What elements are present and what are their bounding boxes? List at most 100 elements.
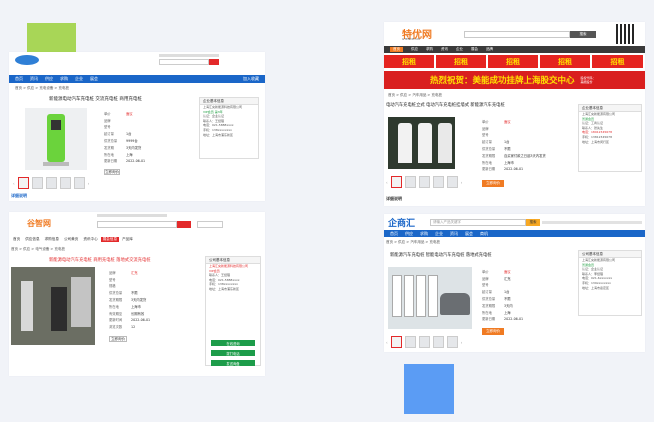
product-image[interactable]	[388, 267, 472, 329]
tab[interactable]: 求购信息	[43, 237, 61, 242]
spec-key: 起订量	[482, 140, 492, 145]
nav-item[interactable]: 供应	[45, 76, 53, 82]
ad-slot[interactable]: 招租	[436, 55, 486, 68]
prev-arrow-icon[interactable]: ‹	[386, 340, 388, 345]
nav-item[interactable]: 资讯	[30, 76, 38, 82]
thumbnail-strip: ‹ ›	[386, 336, 462, 348]
spec-key: 品牌	[104, 118, 111, 123]
spec-key: 单价	[482, 119, 489, 124]
nav-item[interactable]: 求购	[60, 76, 68, 82]
category-item[interactable]: 资讯	[441, 47, 448, 52]
tab[interactable]: 产品库	[120, 237, 135, 242]
search-button[interactable]: 搜索	[570, 31, 596, 38]
thumbnail[interactable]	[73, 177, 85, 189]
thumbnail[interactable]	[432, 336, 444, 348]
thumbnail[interactable]	[404, 176, 416, 188]
spec-key: 品牌	[482, 126, 489, 131]
nav-item[interactable]: 首页	[390, 231, 398, 237]
next-arrow-icon[interactable]: ›	[88, 181, 90, 186]
product-image[interactable]	[11, 267, 95, 345]
ad-slot[interactable]: 招租	[488, 55, 538, 68]
category-item[interactable]: 求购	[426, 47, 433, 52]
send-inquiry-button[interactable]: 发送询盘	[211, 360, 255, 366]
nav-item[interactable]: 供应	[405, 231, 413, 237]
search-button[interactable]	[177, 221, 191, 228]
ad-slot[interactable]: 招租	[592, 55, 643, 68]
thumbnail[interactable]	[432, 176, 444, 188]
address: 地址：上海市闵行区	[582, 139, 610, 144]
sidebar-heading: 企业基本信息	[200, 98, 258, 105]
site-logo[interactable]: 企商汇	[388, 216, 415, 229]
inquiry-button[interactable]: 立即询价	[482, 180, 504, 187]
ad-slot[interactable]: 招租	[540, 55, 590, 68]
banner-side: 股权代码： 美能股份	[581, 76, 596, 84]
thumbnail[interactable]	[45, 177, 57, 189]
product-image[interactable]	[388, 117, 455, 169]
nav-item[interactable]: 展会	[90, 76, 98, 82]
spec-value: 3天内发货	[126, 145, 142, 150]
promo-banner[interactable]: 热烈祝贺：美能成功挂牌上海股交中心 股权代码： 美能股份	[384, 71, 645, 89]
address: 地址：上海市嘉定区	[582, 285, 610, 290]
spec-key: 供货总量	[104, 139, 118, 144]
prev-arrow-icon[interactable]: ‹	[386, 180, 388, 185]
search-box[interactable]	[159, 59, 209, 65]
inquiry-button[interactable]: 立即询价	[104, 169, 120, 175]
product-specs: 单价 面议 品牌 汇充 型号 起订量 1台 供货总量 不限 发货期限 3天内 所在地 上海 …	[482, 268, 523, 322]
publish-button[interactable]	[197, 221, 223, 228]
call-button[interactable]: 拨打电话	[211, 350, 255, 356]
thumbnail[interactable]	[404, 336, 416, 348]
favorite-link[interactable]: 加入收藏	[243, 76, 259, 82]
spec-key: 发货期限	[482, 303, 496, 308]
tab[interactable]: 资讯中心	[81, 237, 99, 242]
thumbnail[interactable]	[418, 336, 430, 348]
thumbnail[interactable]	[390, 336, 402, 348]
product-image[interactable]	[25, 108, 87, 170]
nav-item[interactable]: 求购	[420, 231, 428, 237]
tab[interactable]: 供应信息	[23, 237, 41, 242]
spec-key: 发货期	[104, 145, 114, 150]
tab[interactable]: 公司黄页	[62, 237, 80, 242]
nav-item[interactable]: 展会	[465, 231, 473, 237]
nav-item[interactable]: 企业	[435, 231, 443, 237]
inquiry-button[interactable]: 立即询价	[482, 328, 504, 335]
prev-arrow-icon[interactable]: ‹	[13, 181, 15, 186]
search-input[interactable]	[464, 31, 570, 38]
inquiry-button[interactable]: 立即询价	[109, 336, 127, 342]
site-logo[interactable]: 谷智网	[27, 218, 51, 229]
thumbnail[interactable]	[390, 176, 402, 188]
category-item[interactable]: 展会	[471, 47, 478, 52]
search-button[interactable]	[209, 59, 219, 65]
thumbnail-strip: ‹ ›	[386, 176, 462, 188]
spec-key: 品牌	[109, 270, 116, 275]
thumbnail[interactable]	[59, 177, 71, 189]
spec-key: 供货总量	[482, 297, 496, 302]
tab[interactable]: 首页	[11, 237, 22, 242]
thumbnail[interactable]	[31, 177, 43, 189]
site-logo[interactable]	[15, 55, 39, 65]
thumbnail[interactable]	[446, 336, 458, 348]
search-input[interactable]: 请输入产品关键字	[430, 219, 526, 226]
nav-item[interactable]: 商机	[480, 231, 488, 237]
search-input[interactable]	[97, 221, 177, 228]
thumbnail[interactable]	[17, 177, 29, 189]
category-item[interactable]: 企业	[456, 47, 463, 52]
tab-active[interactable]: 展会信息	[100, 237, 120, 242]
ad-slot[interactable]: 招租	[384, 55, 434, 68]
next-arrow-icon[interactable]: ›	[461, 340, 463, 345]
thumbnail[interactable]	[446, 176, 458, 188]
sidebar-heading: 公司基本信息	[579, 251, 641, 258]
nav-item[interactable]: 资讯	[450, 231, 458, 237]
thumbnail[interactable]	[418, 176, 430, 188]
next-arrow-icon[interactable]: ›	[461, 180, 463, 185]
product-title: 电动汽车充电桩立式 电动汽车充电桩挂墙式 新能源汽车充电桩	[386, 103, 505, 108]
category-item[interactable]: 首页	[390, 47, 403, 52]
category-item[interactable]: 供应	[411, 47, 418, 52]
nav-item[interactable]: 首页	[15, 76, 23, 82]
nav-item[interactable]: 企业	[75, 76, 83, 82]
consult-button[interactable]: 在线咨询	[211, 340, 255, 346]
product-title: 新能源汽车充电桩 智能电动汽车充电桩 落地式充电桩	[390, 253, 492, 258]
spec-key: 更新时间	[109, 318, 123, 323]
category-item[interactable]: 品牌	[486, 47, 493, 52]
spec-key: 有效期至	[109, 311, 123, 316]
search-button[interactable]: 搜索	[526, 219, 540, 226]
